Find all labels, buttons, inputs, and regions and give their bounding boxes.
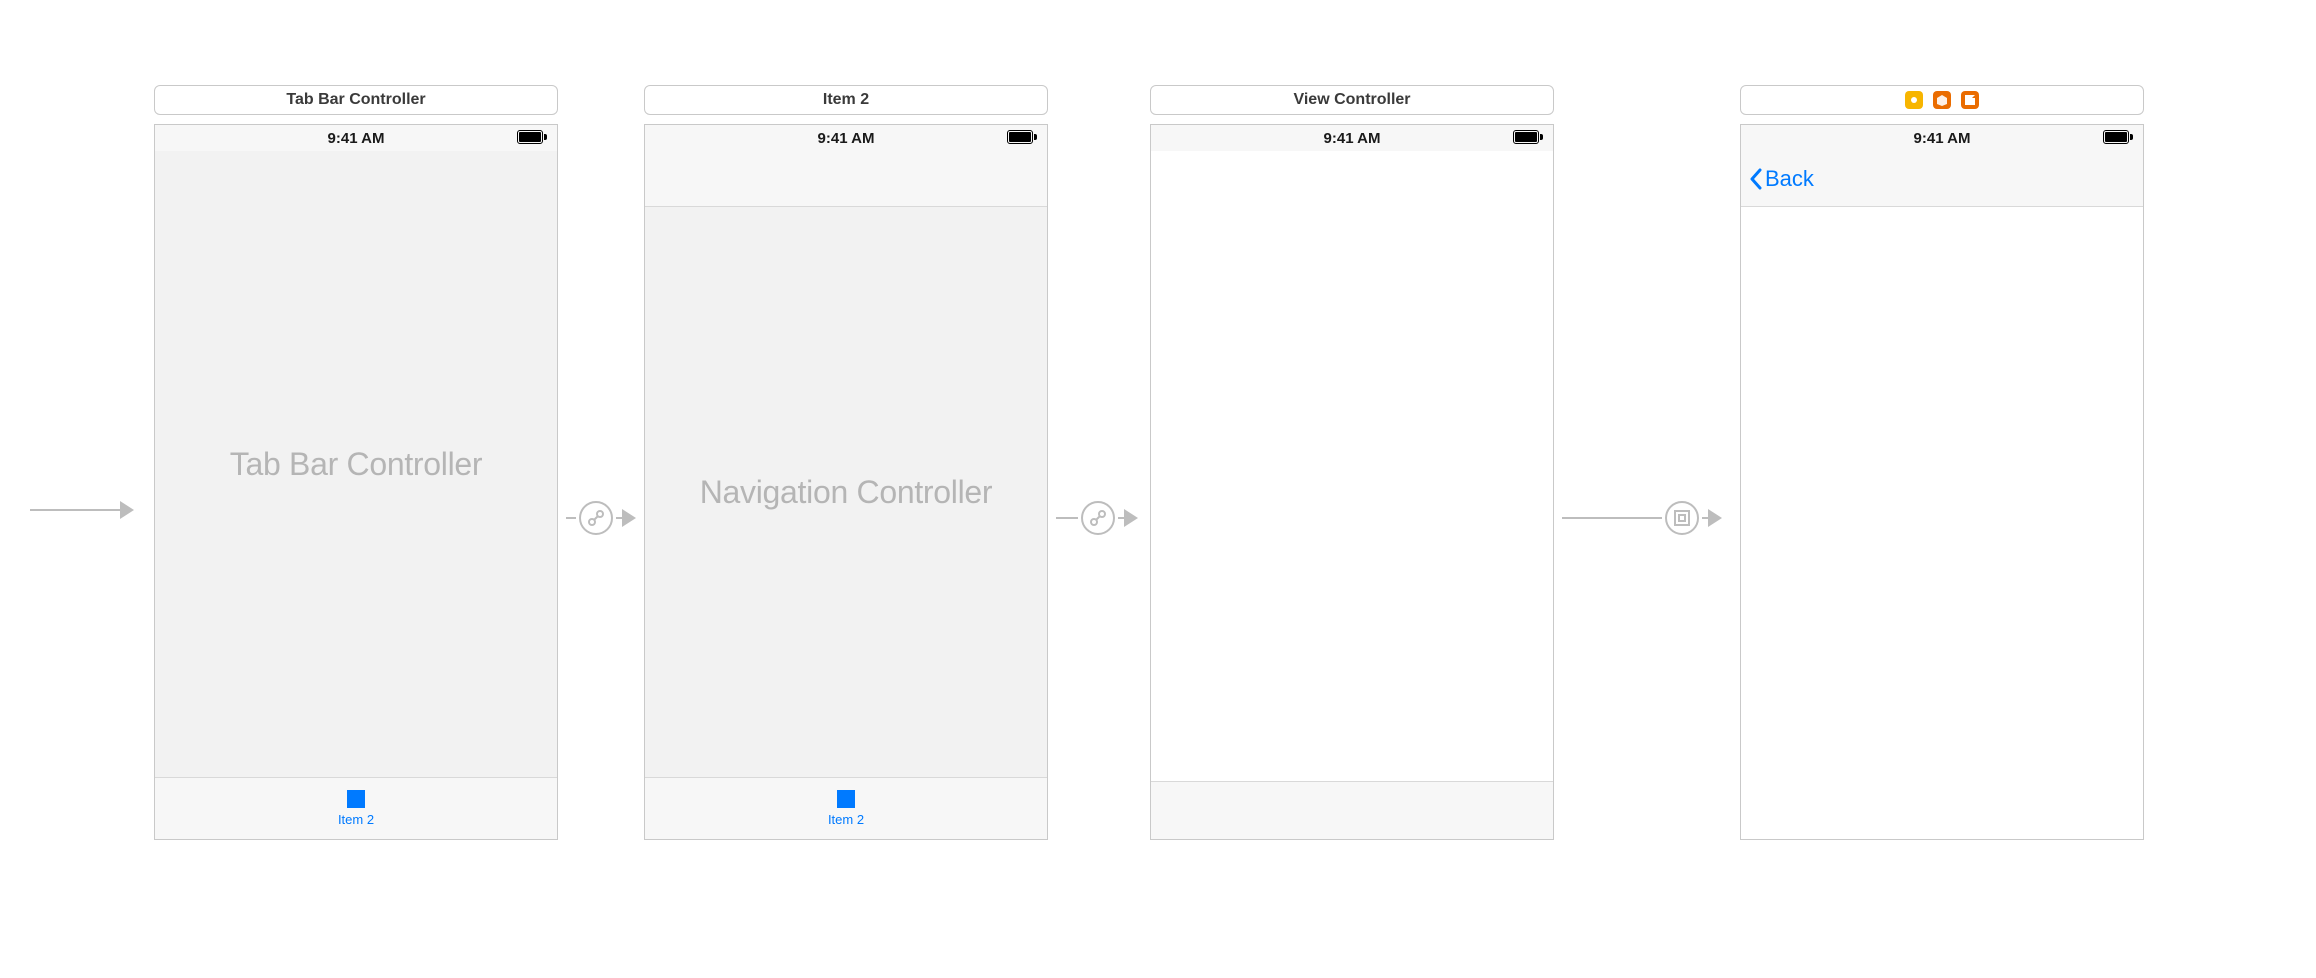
segue-show-icon xyxy=(1665,501,1699,535)
tab-item-icon xyxy=(837,790,855,808)
tab-item-label: Item 2 xyxy=(828,812,864,827)
segue-relationship-icon xyxy=(579,501,613,535)
segue-line xyxy=(566,517,576,519)
arrowhead-icon xyxy=(622,509,636,527)
tab-item-icon xyxy=(347,790,365,808)
scene-body[interactable] xyxy=(1741,207,2143,839)
scene-title-bar[interactable]: Item 2 xyxy=(644,85,1048,115)
tab-bar[interactable]: Item 2 xyxy=(155,777,557,839)
segue-show-3[interactable] xyxy=(1562,501,1722,535)
first-responder-icon[interactable] xyxy=(1933,91,1951,109)
view-controller-icon[interactable] xyxy=(1905,91,1923,109)
battery-icon xyxy=(1513,130,1543,144)
segue-line xyxy=(1562,517,1662,519)
arrowhead-icon xyxy=(120,501,134,519)
scene-title-bar[interactable] xyxy=(1740,85,2144,115)
tab-bar-item[interactable]: Item 2 xyxy=(338,790,374,827)
back-button[interactable]: Back xyxy=(1749,166,1814,192)
status-time: 9:41 AM xyxy=(1324,130,1381,147)
scene-title-bar[interactable]: View Controller xyxy=(1150,85,1554,115)
scene-phone-frame[interactable]: 9:41 AM Back xyxy=(1740,124,2144,840)
scene-title-label: Item 2 xyxy=(823,91,869,109)
battery-icon xyxy=(2103,130,2133,144)
segue-line xyxy=(30,509,120,511)
tab-bar-item[interactable]: Item 2 xyxy=(828,790,864,827)
back-button-label: Back xyxy=(1765,166,1814,192)
storyboard-canvas[interactable]: Tab Bar Controller 9:41 AM Tab Bar Contr… xyxy=(0,0,2316,978)
exit-icon[interactable] xyxy=(1961,91,1979,109)
status-bar: 9:41 AM xyxy=(155,125,557,151)
status-time: 9:41 AM xyxy=(328,130,385,147)
scene-body[interactable] xyxy=(1151,151,1553,781)
arrowhead-icon xyxy=(1708,509,1722,527)
scene-phone-frame[interactable]: 9:41 AM Navigation Controller Item 2 xyxy=(644,124,1048,840)
segue-relationship-icon xyxy=(1081,501,1115,535)
chevron-left-icon xyxy=(1749,168,1763,190)
toolbar[interactable] xyxy=(1151,781,1553,839)
segue-relationship-2[interactable] xyxy=(1056,501,1138,535)
scene-phone-frame[interactable]: 9:41 AM Tab Bar Controller Item 2 xyxy=(154,124,558,840)
status-bar: 9:41 AM xyxy=(645,125,1047,151)
status-time: 9:41 AM xyxy=(1914,130,1971,147)
battery-icon xyxy=(517,130,547,144)
navigation-bar[interactable]: Back xyxy=(1741,151,2143,207)
segue-line xyxy=(1056,517,1078,519)
status-time: 9:41 AM xyxy=(818,130,875,147)
placeholder-label: Tab Bar Controller xyxy=(230,446,483,483)
status-bar: 9:41 AM xyxy=(1741,125,2143,151)
placeholder-label: Navigation Controller xyxy=(700,474,993,511)
scene-title-label: View Controller xyxy=(1293,91,1410,109)
navigation-bar[interactable] xyxy=(645,151,1047,207)
status-bar: 9:41 AM xyxy=(1151,125,1553,151)
scene-body: Tab Bar Controller xyxy=(155,151,557,777)
tab-bar[interactable]: Item 2 xyxy=(645,777,1047,839)
scene-body: Navigation Controller xyxy=(645,207,1047,777)
battery-icon xyxy=(1007,130,1037,144)
arrowhead-icon xyxy=(1124,509,1138,527)
scene-title-bar[interactable]: Tab Bar Controller xyxy=(154,85,558,115)
segue-relationship-1[interactable] xyxy=(566,501,636,535)
scene-title-label: Tab Bar Controller xyxy=(286,91,425,109)
scene-phone-frame[interactable]: 9:41 AM xyxy=(1150,124,1554,840)
tab-item-label: Item 2 xyxy=(338,812,374,827)
entry-point-arrow[interactable] xyxy=(30,501,134,519)
